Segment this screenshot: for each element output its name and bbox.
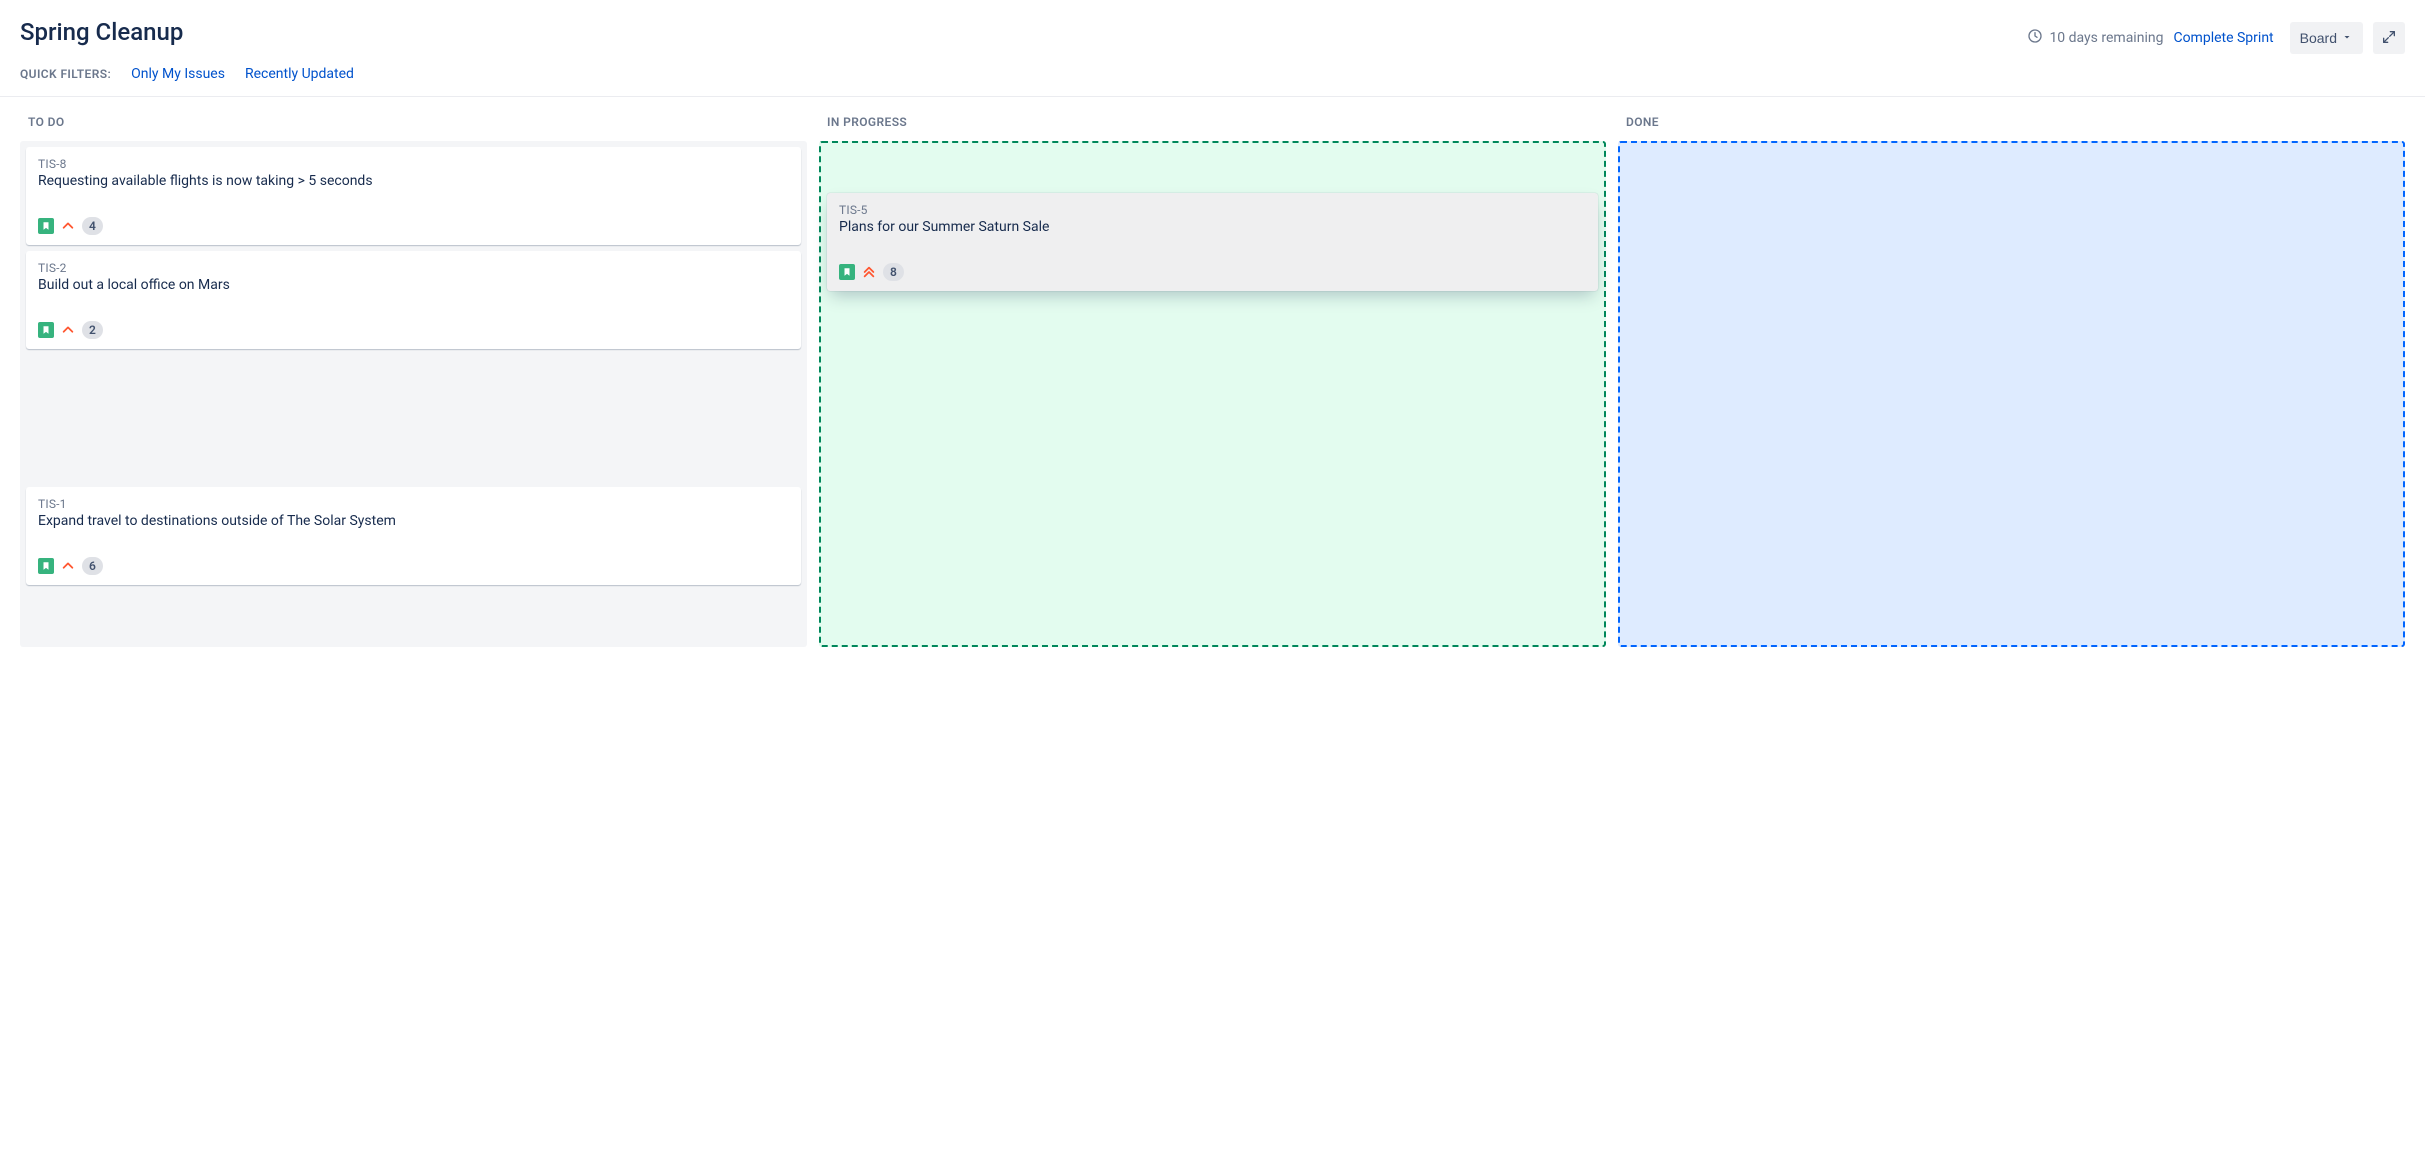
complete-sprint-link[interactable]: Complete Sprint (2173, 30, 2273, 46)
drop-spacer (827, 149, 1598, 193)
card-key: TIS-1 (38, 497, 789, 511)
clock-icon (2027, 28, 2043, 48)
card-tis-2[interactable]: TIS-2 Build out a local office on Mars 2 (26, 251, 801, 349)
priority-high-icon (60, 558, 76, 574)
card-tis-1[interactable]: TIS-1 Expand travel to destinations outs… (26, 487, 801, 585)
card-tis-8[interactable]: TIS-8 Requesting available flights is no… (26, 147, 801, 245)
board-dropdown-button[interactable]: Board (2290, 22, 2363, 54)
card-summary: Plans for our Summer Saturn Sale (839, 219, 1586, 235)
card-key: TIS-5 (839, 203, 1586, 217)
page-title: Spring Cleanup (20, 18, 183, 46)
column-todo-header: TO DO (20, 97, 807, 141)
card-summary: Expand travel to destinations outside of… (38, 513, 789, 529)
priority-highest-icon (861, 264, 877, 280)
priority-high-icon (60, 322, 76, 338)
quick-filters-label: QUICK FILTERS: (20, 67, 111, 81)
column-in-progress-header: IN PROGRESS (819, 97, 1606, 141)
card-key: TIS-2 (38, 261, 789, 275)
story-icon (38, 218, 54, 234)
card-footer: 4 (38, 217, 789, 235)
column-in-progress-body[interactable]: TIS-5 Plans for our Summer Saturn Sale (819, 141, 1606, 647)
card-summary: Requesting available flights is now taki… (38, 173, 789, 189)
column-todo: TO DO TIS-8 Requesting available flights… (20, 97, 807, 647)
story-icon (839, 264, 855, 280)
time-remaining: 10 days remaining (2027, 28, 2163, 48)
column-done: DONE (1618, 97, 2405, 647)
story-icon (38, 322, 54, 338)
column-todo-body[interactable]: TIS-8 Requesting available flights is no… (20, 141, 807, 647)
story-points-badge: 6 (82, 557, 103, 575)
board: TO DO TIS-8 Requesting available flights… (0, 97, 2425, 667)
story-points-badge: 2 (82, 321, 103, 339)
card-footer: 2 (38, 321, 789, 339)
story-points-badge: 8 (883, 263, 904, 281)
header-actions: 10 days remaining Complete Sprint Board (2027, 22, 2405, 54)
card-footer: 8 (839, 263, 1586, 281)
quick-filters: QUICK FILTERS: Only My Issues Recently U… (0, 66, 2425, 96)
card-tis-5[interactable]: TIS-5 Plans for our Summer Saturn Sale (827, 193, 1598, 291)
card-key: TIS-8 (38, 157, 789, 171)
card-summary: Build out a local office on Mars (38, 277, 789, 293)
filter-recently-updated[interactable]: Recently Updated (245, 66, 354, 82)
column-in-progress: IN PROGRESS TIS-5 Plans for our Summer S… (819, 97, 1606, 647)
board-dropdown-label: Board (2300, 30, 2337, 46)
fullscreen-icon (2381, 29, 2397, 48)
time-remaining-text: 10 days remaining (2049, 30, 2163, 46)
card-drag-placeholder (26, 355, 801, 481)
column-done-header: DONE (1618, 97, 2405, 141)
filter-only-my-issues[interactable]: Only My Issues (131, 66, 225, 82)
column-done-body[interactable] (1618, 141, 2405, 647)
chevron-down-icon (2341, 30, 2353, 46)
card-footer: 6 (38, 557, 789, 575)
priority-high-icon (60, 218, 76, 234)
story-points-badge: 4 (82, 217, 103, 235)
story-icon (38, 558, 54, 574)
fullscreen-button[interactable] (2373, 22, 2405, 54)
